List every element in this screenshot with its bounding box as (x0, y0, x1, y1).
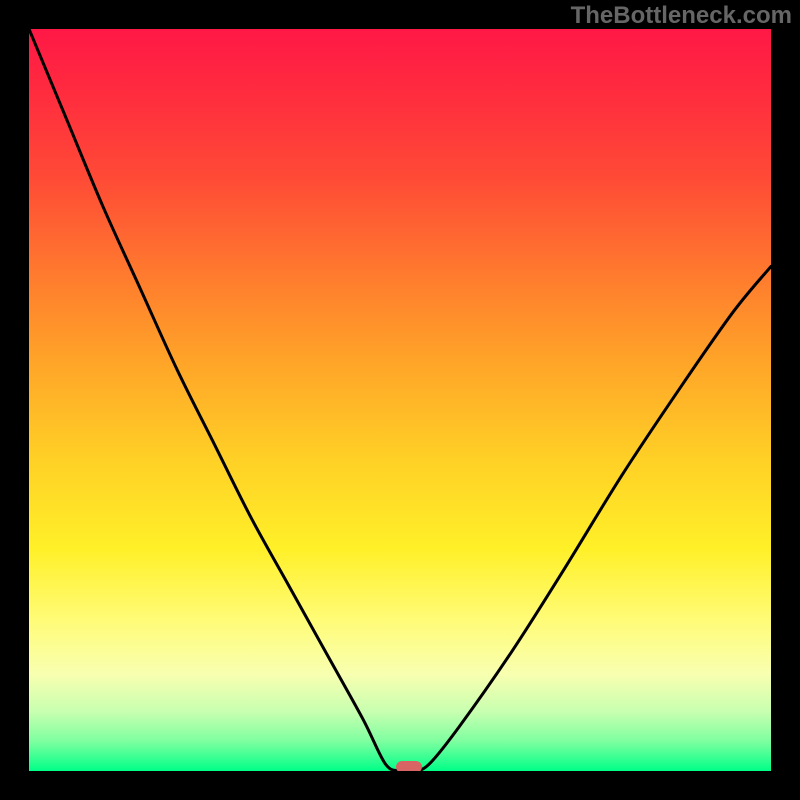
optimal-point-marker (396, 761, 422, 771)
watermark-text: TheBottleneck.com (571, 2, 792, 30)
bottleneck-curve (29, 29, 771, 771)
plot-area (29, 29, 771, 771)
chart-frame: TheBottleneck.com (0, 0, 800, 800)
